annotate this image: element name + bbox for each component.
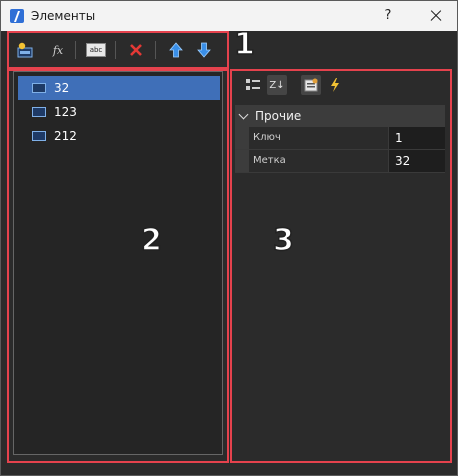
help-button[interactable]: ? bbox=[373, 4, 403, 28]
annotation-label-1: 1 bbox=[233, 26, 255, 63]
dialog-window: Элементы ? fx abc 32 123 212 Z↓ Прочие К… bbox=[0, 0, 458, 476]
window-title: Элементы bbox=[31, 9, 96, 23]
annotation-box-2 bbox=[7, 69, 229, 463]
annotation-box-3 bbox=[230, 69, 452, 463]
app-icon bbox=[10, 9, 24, 23]
annotation-box-1 bbox=[7, 31, 229, 69]
annotation-label-2: 2 bbox=[140, 222, 162, 259]
title-bar: Элементы ? bbox=[1, 1, 457, 31]
annotation-label-3: 3 bbox=[272, 222, 294, 259]
close-button[interactable] bbox=[421, 4, 451, 28]
